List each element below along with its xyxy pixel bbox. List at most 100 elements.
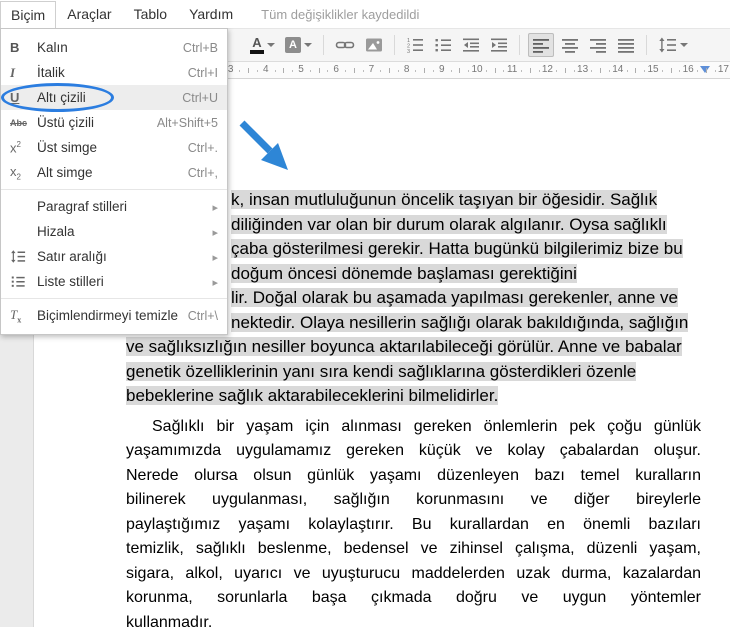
ruler-number: 8 [404,64,410,75]
text-color-button[interactable]: A [247,33,278,57]
menu-item-bold[interactable]: B Kalın Ctrl+B [1,35,227,60]
subscript-icon: x2 [10,164,37,182]
ruler-tick [327,70,328,72]
chevron-down-icon [680,43,688,47]
ruler-tick [697,70,698,72]
doc-line: bilinerek uygulanması, sağlığın korunmas… [126,488,701,513]
justify-icon [617,36,635,54]
menu-item-shortcut: Alt+Shift+5 [157,116,218,130]
ruler-tick [503,70,504,72]
menu-yardim[interactable]: Yardım [178,1,244,27]
align-right-button[interactable] [586,33,610,57]
menu-item-list-styles[interactable]: Liste stilleri [1,269,227,294]
menubar: Biçim Araçlar Tablo Yardım Tüm değişikli… [0,0,730,28]
ruler-tick [424,68,425,73]
doc-line: bebeklerine sağlık aktarabileceklerini b… [126,384,701,409]
menu-item-shortcut: Ctrl+\ [188,309,218,323]
align-left-icon [532,36,550,54]
menu-item-clear-formatting[interactable]: Tx Biçimlendirmeyi temizle Ctrl+\ [1,303,227,328]
ruler-tick [363,70,364,72]
decrease-indent-button[interactable] [459,33,483,57]
menu-item-paragraph-styles[interactable]: Paragraf stilleri [1,194,227,219]
ruler-tick [319,68,320,73]
insert-image-button[interactable] [362,33,386,57]
decrease-indent-icon [462,36,480,54]
menu-araclar[interactable]: Araçlar [56,1,122,27]
menu-tablo[interactable]: Tablo [123,1,178,27]
chevron-down-icon [304,43,312,47]
menu-item-superscript[interactable]: x2 Üst simge Ctrl+. [1,135,227,160]
doc-line: sigara, alkol, uyarıcı ve uyuşturucu mad… [126,562,701,587]
bulleted-list-button[interactable] [431,33,455,57]
menu-item-label: Biçimlendirmeyi temizle [37,308,188,323]
menu-item-shortcut: Ctrl+I [188,66,218,80]
ruler-tick [635,68,636,73]
bulleted-list-icon [434,36,452,54]
menu-item-label: Satır aralığı [37,249,208,264]
ruler-tick [486,70,487,72]
line-spacing-icon [658,36,677,54]
toolbar-separator [519,35,520,55]
menu-item-line-spacing[interactable]: Satır aralığı [1,244,227,269]
ruler-number: 7 [369,64,375,75]
ruler-tick [459,68,460,73]
menu-item-shortcut: Ctrl+B [183,41,218,55]
doc-line: korunma, sorunlarla başa çıkmada doğru v… [126,586,701,611]
menu-item-italic[interactable]: I İtalik Ctrl+I [1,60,227,85]
ruler-number: 17 [718,64,729,75]
strikethrough-icon: Abc [10,118,37,128]
ruler-tick [292,70,293,72]
menu-item-label: Kalın [37,40,183,55]
menu-item-label: Hizala [37,224,208,239]
menu-separator [1,298,227,299]
menu-item-label: Üst simge [37,140,188,155]
line-spacing-icon [10,249,37,264]
increase-indent-button[interactable] [487,33,511,57]
ruler-tick [565,68,566,73]
menu-item-underline[interactable]: U Altı çizili Ctrl+U [1,85,227,110]
menu-item-label: İtalik [37,65,188,80]
ruler-number: 5 [298,64,304,75]
menu-item-label: Liste stilleri [37,274,208,289]
submenu-arrow-icon [208,198,218,216]
doc-line: yaşamımızda uygulamamız gereken küçük ve… [126,439,701,464]
ruler-tick [706,68,707,73]
ruler-tick [521,70,522,72]
ruler-tick [539,70,540,72]
menu-item-label: Paragraf stilleri [37,199,208,214]
align-right-icon [589,36,607,54]
menu-bicim[interactable]: Biçim [0,1,56,28]
align-left-button[interactable] [528,33,554,57]
justify-button[interactable] [614,33,638,57]
ruler-tick [644,70,645,72]
submenu-arrow-icon [208,223,218,241]
chevron-down-icon [267,43,275,47]
ruler-tick [239,70,240,72]
menu-item-strikethrough[interactable]: Abc Üstü çizili Alt+Shift+5 [1,110,227,135]
image-icon [365,36,383,54]
list-styles-icon [10,274,37,289]
highlight-color-button[interactable]: A [282,33,315,57]
ruler-number: 11 [507,64,517,75]
toolbar-separator [646,35,647,55]
italic-icon: I [10,65,37,81]
line-spacing-button[interactable] [655,33,691,57]
ruler-tick [662,70,663,72]
ruler-tick [495,68,496,73]
insert-link-button[interactable] [332,33,358,57]
svg-text:3: 3 [407,49,410,54]
menu-item-subscript[interactable]: x2 Alt simge Ctrl+, [1,160,227,185]
ruler-tick [257,70,258,72]
ruler-tick [433,70,434,72]
ruler-number: 6 [333,64,339,75]
ruler-number: 15 [647,64,658,75]
submenu-arrow-icon [208,248,218,266]
increase-indent-icon [490,36,508,54]
ruler-tick [275,70,276,72]
ruler-number: 10 [471,64,482,75]
ruler-tick [671,68,672,73]
menu-item-align[interactable]: Hizala [1,219,227,244]
align-center-button[interactable] [558,33,582,57]
numbered-list-button[interactable]: 1 2 3 [403,33,427,57]
doc-line: paylaştığımız yaşamı kolaylaştırır. Bu k… [126,513,701,538]
